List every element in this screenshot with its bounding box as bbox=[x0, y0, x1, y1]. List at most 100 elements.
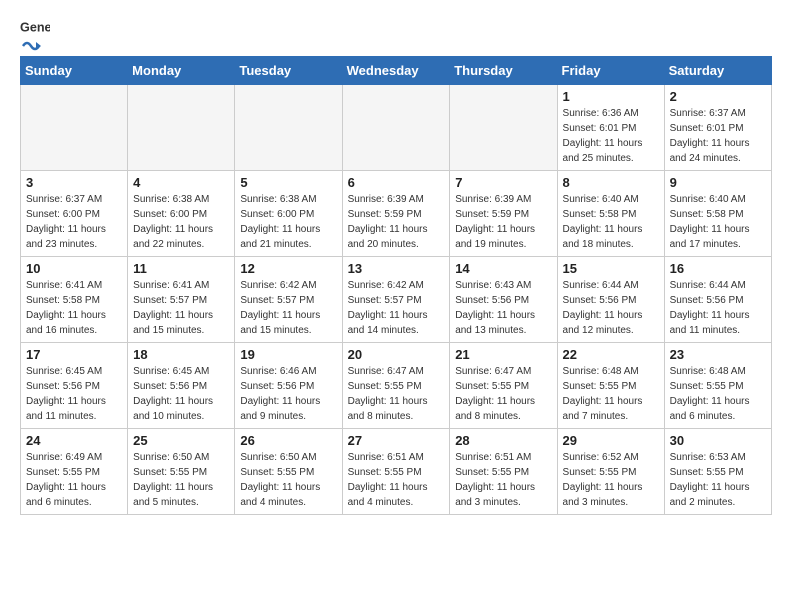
day-info: Sunrise: 6:36 AMSunset: 6:01 PMDaylight:… bbox=[563, 106, 659, 166]
day-info: Sunrise: 6:45 AMSunset: 5:56 PMDaylight:… bbox=[133, 364, 229, 424]
day-info: Sunrise: 6:50 AMSunset: 5:55 PMDaylight:… bbox=[240, 450, 336, 510]
calendar-cell: 7 Sunrise: 6:39 AMSunset: 5:59 PMDaylight… bbox=[450, 171, 557, 257]
day-info: Sunrise: 6:40 AMSunset: 5:58 PMDaylight:… bbox=[670, 192, 766, 252]
calendar-cell: 12Sunrise: 6:42 AMSunset: 5:57 PMDayligh… bbox=[235, 257, 342, 343]
calendar-cell: 10 Sunrise: 6:41 AMSunset: 5:58 PMDayligh… bbox=[21, 257, 128, 343]
calendar-header-wednesday: Wednesday bbox=[342, 57, 450, 85]
calendar-cell: 27 Sunrise: 6:51 AMSunset: 5:55 PMDayligh… bbox=[342, 429, 450, 515]
calendar-cell: 29 Sunrise: 6:52 AMSunset: 5:55 PMDayligh… bbox=[557, 429, 664, 515]
day-info: Sunrise: 6:38 AMSunset: 6:00 PMDaylight:… bbox=[133, 192, 229, 252]
calendar-cell: 22 Sunrise: 6:48 AMSunset: 5:55 PMDayligh… bbox=[557, 343, 664, 429]
day-info: Sunrise: 6:48 AMSunset: 5:55 PMDaylight:… bbox=[670, 364, 766, 424]
day-number: 25 bbox=[133, 433, 229, 448]
day-info: Sunrise: 6:43 AMSunset: 5:56 PMDaylight:… bbox=[455, 278, 551, 338]
day-info: Sunrise: 6:39 AMSunset: 5:59 PMDaylight:… bbox=[348, 192, 445, 252]
calendar-week-0: 1 Sunrise: 6:36 AMSunset: 6:01 PMDaylight… bbox=[21, 85, 772, 171]
day-number: 22 bbox=[563, 347, 659, 362]
calendar-header-sunday: Sunday bbox=[21, 57, 128, 85]
day-info: Sunrise: 6:37 AMSunset: 6:00 PMDaylight:… bbox=[26, 192, 122, 252]
calendar-cell bbox=[342, 85, 450, 171]
calendar-cell: 19Sunrise: 6:46 AMSunset: 5:56 PMDayligh… bbox=[235, 343, 342, 429]
calendar-cell: 8 Sunrise: 6:40 AMSunset: 5:58 PMDaylight… bbox=[557, 171, 664, 257]
calendar-cell: 23 Sunrise: 6:48 AMSunset: 5:55 PMDayligh… bbox=[664, 343, 771, 429]
calendar-header-row: SundayMondayTuesdayWednesdayThursdayFrid… bbox=[21, 57, 772, 85]
calendar-header-thursday: Thursday bbox=[450, 57, 557, 85]
calendar-week-4: 24Sunrise: 6:49 AMSunset: 5:55 PMDayligh… bbox=[21, 429, 772, 515]
calendar-cell: 1 Sunrise: 6:36 AMSunset: 6:01 PMDaylight… bbox=[557, 85, 664, 171]
calendar-cell: 9 Sunrise: 6:40 AMSunset: 5:58 PMDaylight… bbox=[664, 171, 771, 257]
calendar-cell: 24Sunrise: 6:49 AMSunset: 5:55 PMDayligh… bbox=[21, 429, 128, 515]
calendar-cell: 4 Sunrise: 6:38 AMSunset: 6:00 PMDaylight… bbox=[128, 171, 235, 257]
calendar-cell: 17 Sunrise: 6:45 AMSunset: 5:56 PMDayligh… bbox=[21, 343, 128, 429]
calendar-week-2: 10 Sunrise: 6:41 AMSunset: 5:58 PMDayligh… bbox=[21, 257, 772, 343]
calendar-cell bbox=[21, 85, 128, 171]
calendar-cell bbox=[128, 85, 235, 171]
day-info: Sunrise: 6:37 AMSunset: 6:01 PMDaylight:… bbox=[670, 106, 766, 166]
day-number: 6 bbox=[348, 175, 445, 190]
day-info: Sunrise: 6:51 AMSunset: 5:55 PMDaylight:… bbox=[348, 450, 445, 510]
day-info: Sunrise: 6:42 AMSunset: 5:57 PMDaylight:… bbox=[240, 278, 336, 338]
svg-text:General: General bbox=[20, 20, 50, 34]
calendar-cell: 25Sunrise: 6:50 AMSunset: 5:55 PMDayligh… bbox=[128, 429, 235, 515]
day-number: 3 bbox=[26, 175, 122, 190]
day-number: 20 bbox=[348, 347, 445, 362]
day-number: 21 bbox=[455, 347, 551, 362]
calendar-week-3: 17 Sunrise: 6:45 AMSunset: 5:56 PMDayligh… bbox=[21, 343, 772, 429]
day-info: Sunrise: 6:40 AMSunset: 5:58 PMDaylight:… bbox=[563, 192, 659, 252]
day-info: Sunrise: 6:38 AMSunset: 6:00 PMDaylight:… bbox=[240, 192, 336, 252]
day-number: 14 bbox=[455, 261, 551, 276]
calendar-week-1: 3 Sunrise: 6:37 AMSunset: 6:00 PMDaylight… bbox=[21, 171, 772, 257]
calendar-cell: 21 Sunrise: 6:47 AMSunset: 5:55 PMDayligh… bbox=[450, 343, 557, 429]
day-info: Sunrise: 6:48 AMSunset: 5:55 PMDaylight:… bbox=[563, 364, 659, 424]
day-info: Sunrise: 6:47 AMSunset: 5:55 PMDaylight:… bbox=[455, 364, 551, 424]
day-info: Sunrise: 6:45 AMSunset: 5:56 PMDaylight:… bbox=[26, 364, 122, 424]
calendar-cell bbox=[235, 85, 342, 171]
day-number: 28 bbox=[455, 433, 551, 448]
calendar-cell bbox=[450, 85, 557, 171]
calendar-cell: 6 Sunrise: 6:39 AMSunset: 5:59 PMDaylight… bbox=[342, 171, 450, 257]
calendar-cell: 30 Sunrise: 6:53 AMSunset: 5:55 PMDayligh… bbox=[664, 429, 771, 515]
day-number: 18 bbox=[133, 347, 229, 362]
calendar-cell: 16Sunrise: 6:44 AMSunset: 5:56 PMDayligh… bbox=[664, 257, 771, 343]
day-number: 7 bbox=[455, 175, 551, 190]
day-number: 29 bbox=[563, 433, 659, 448]
calendar-cell: 3 Sunrise: 6:37 AMSunset: 6:00 PMDaylight… bbox=[21, 171, 128, 257]
calendar-cell: 13 Sunrise: 6:42 AMSunset: 5:57 PMDayligh… bbox=[342, 257, 450, 343]
day-number: 8 bbox=[563, 175, 659, 190]
day-info: Sunrise: 6:41 AMSunset: 5:58 PMDaylight:… bbox=[26, 278, 122, 338]
day-number: 15 bbox=[563, 261, 659, 276]
calendar-cell: 14 Sunrise: 6:43 AMSunset: 5:56 PMDayligh… bbox=[450, 257, 557, 343]
logo-wave-icon bbox=[21, 38, 41, 54]
calendar-cell: 11 Sunrise: 6:41 AMSunset: 5:57 PMDayligh… bbox=[128, 257, 235, 343]
day-info: Sunrise: 6:53 AMSunset: 5:55 PMDaylight:… bbox=[670, 450, 766, 510]
day-number: 1 bbox=[563, 89, 659, 104]
logo: General bbox=[20, 20, 50, 48]
day-number: 16 bbox=[670, 261, 766, 276]
calendar-cell: 26Sunrise: 6:50 AMSunset: 5:55 PMDayligh… bbox=[235, 429, 342, 515]
day-number: 13 bbox=[348, 261, 445, 276]
day-number: 10 bbox=[26, 261, 122, 276]
day-number: 2 bbox=[670, 89, 766, 104]
calendar-header-friday: Friday bbox=[557, 57, 664, 85]
day-info: Sunrise: 6:42 AMSunset: 5:57 PMDaylight:… bbox=[348, 278, 445, 338]
day-number: 17 bbox=[26, 347, 122, 362]
calendar-cell: 20 Sunrise: 6:47 AMSunset: 5:55 PMDayligh… bbox=[342, 343, 450, 429]
day-number: 4 bbox=[133, 175, 229, 190]
day-info: Sunrise: 6:39 AMSunset: 5:59 PMDaylight:… bbox=[455, 192, 551, 252]
day-info: Sunrise: 6:44 AMSunset: 5:56 PMDaylight:… bbox=[563, 278, 659, 338]
calendar-header-saturday: Saturday bbox=[664, 57, 771, 85]
day-number: 11 bbox=[133, 261, 229, 276]
day-number: 9 bbox=[670, 175, 766, 190]
day-number: 24 bbox=[26, 433, 122, 448]
day-number: 27 bbox=[348, 433, 445, 448]
calendar-header-monday: Monday bbox=[128, 57, 235, 85]
calendar-cell: 15 Sunrise: 6:44 AMSunset: 5:56 PMDayligh… bbox=[557, 257, 664, 343]
day-number: 5 bbox=[240, 175, 336, 190]
day-number: 30 bbox=[670, 433, 766, 448]
calendar-cell: 5 Sunrise: 6:38 AMSunset: 6:00 PMDaylight… bbox=[235, 171, 342, 257]
day-number: 23 bbox=[670, 347, 766, 362]
day-info: Sunrise: 6:41 AMSunset: 5:57 PMDaylight:… bbox=[133, 278, 229, 338]
calendar-cell: 28Sunrise: 6:51 AMSunset: 5:55 PMDayligh… bbox=[450, 429, 557, 515]
day-info: Sunrise: 6:52 AMSunset: 5:55 PMDaylight:… bbox=[563, 450, 659, 510]
day-info: Sunrise: 6:47 AMSunset: 5:55 PMDaylight:… bbox=[348, 364, 445, 424]
